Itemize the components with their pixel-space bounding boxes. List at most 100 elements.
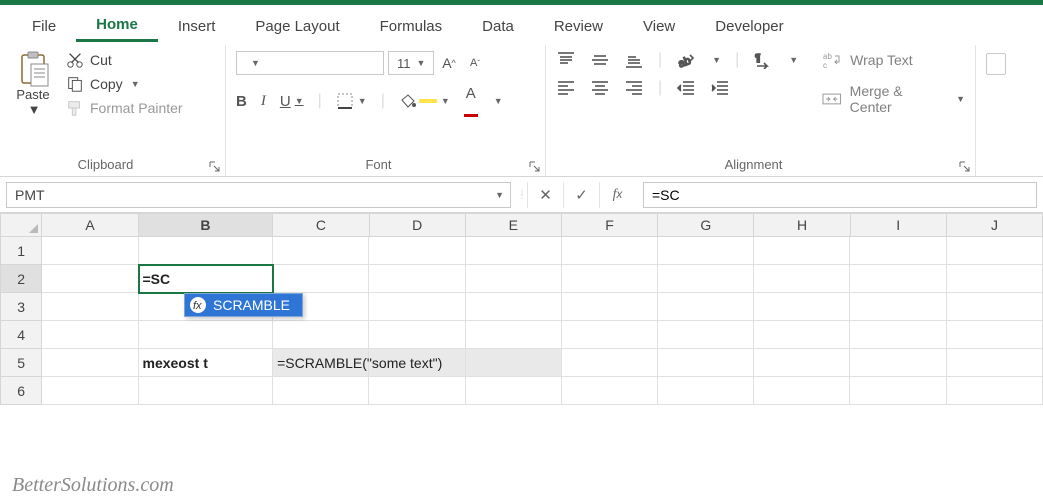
cell-j6[interactable] bbox=[947, 377, 1043, 405]
cell-j5[interactable] bbox=[947, 349, 1043, 377]
cell-d3[interactable] bbox=[369, 293, 465, 321]
cell-e1[interactable] bbox=[466, 237, 562, 265]
row-header-1[interactable]: 1 bbox=[0, 237, 42, 265]
cell-e5[interactable] bbox=[466, 349, 562, 377]
cell-h4[interactable] bbox=[754, 321, 850, 349]
borders-button[interactable]: ▼ bbox=[336, 92, 367, 110]
col-header-d[interactable]: D bbox=[370, 213, 466, 237]
cell-i1[interactable] bbox=[850, 237, 946, 265]
wrap-text-button[interactable]: abc Wrap Text bbox=[822, 51, 965, 69]
italic-button[interactable]: I bbox=[261, 93, 266, 110]
align-bottom-button[interactable] bbox=[624, 51, 644, 69]
cell-j4[interactable] bbox=[947, 321, 1043, 349]
merge-center-button[interactable]: Merge & Center ▼ bbox=[822, 83, 965, 115]
row-header-2[interactable]: 2 bbox=[0, 265, 42, 293]
cell-g2[interactable] bbox=[658, 265, 754, 293]
decrease-font-button[interactable]: Aˇ bbox=[464, 51, 486, 75]
formula-input[interactable]: =SC bbox=[643, 182, 1037, 208]
cell-b1[interactable] bbox=[139, 237, 274, 265]
cell-e4[interactable] bbox=[466, 321, 562, 349]
cell-h2[interactable] bbox=[754, 265, 850, 293]
col-header-a[interactable]: A bbox=[42, 213, 138, 237]
dialog-launcher-icon[interactable] bbox=[529, 160, 541, 172]
format-painter-button[interactable]: Format Painter bbox=[66, 99, 183, 117]
cell-f1[interactable] bbox=[562, 237, 658, 265]
select-all-corner[interactable] bbox=[0, 213, 42, 237]
tab-formulas[interactable]: Formulas bbox=[360, 10, 463, 41]
cell-a2[interactable] bbox=[42, 265, 138, 293]
fill-color-button[interactable]: ▼ bbox=[399, 93, 450, 109]
cell-g6[interactable] bbox=[658, 377, 754, 405]
tab-data[interactable]: Data bbox=[462, 10, 534, 41]
cell-f5[interactable] bbox=[562, 349, 658, 377]
col-header-c[interactable]: C bbox=[273, 213, 369, 237]
tab-home[interactable]: Home bbox=[76, 8, 158, 42]
cell-i3[interactable] bbox=[850, 293, 946, 321]
cell-a5[interactable] bbox=[42, 349, 138, 377]
cell-d2[interactable] bbox=[369, 265, 465, 293]
chevron-down-icon[interactable]: ▼ bbox=[494, 96, 503, 106]
cell-h6[interactable] bbox=[754, 377, 850, 405]
decrease-indent-button[interactable] bbox=[676, 79, 696, 97]
cell-c5[interactable]: =SCRAMBLE("some text") bbox=[273, 349, 369, 377]
tab-review[interactable]: Review bbox=[534, 10, 623, 41]
paste-button[interactable]: Paste ▼ bbox=[10, 51, 56, 117]
cell-b6[interactable] bbox=[139, 377, 274, 405]
col-header-j[interactable]: J bbox=[947, 213, 1043, 237]
cell-f4[interactable] bbox=[562, 321, 658, 349]
cell-b2[interactable]: =SC bbox=[139, 265, 274, 293]
col-header-e[interactable]: E bbox=[466, 213, 562, 237]
cell-c2[interactable] bbox=[273, 265, 369, 293]
cell-h5[interactable] bbox=[754, 349, 850, 377]
tab-insert[interactable]: Insert bbox=[158, 10, 236, 41]
dialog-launcher-icon[interactable] bbox=[209, 160, 221, 172]
cell-c4[interactable] bbox=[273, 321, 369, 349]
align-center-button[interactable] bbox=[590, 79, 610, 97]
cell-e2[interactable] bbox=[466, 265, 562, 293]
chevron-down-icon[interactable]: ▼ bbox=[789, 55, 798, 65]
cell-d1[interactable] bbox=[369, 237, 465, 265]
cell-a1[interactable] bbox=[42, 237, 138, 265]
align-top-button[interactable] bbox=[556, 51, 576, 69]
cell-h1[interactable] bbox=[754, 237, 850, 265]
align-middle-button[interactable] bbox=[590, 51, 610, 69]
cell-e6[interactable] bbox=[466, 377, 562, 405]
cell-a3[interactable] bbox=[42, 293, 138, 321]
tab-developer[interactable]: Developer bbox=[695, 10, 803, 41]
cell-i5[interactable] bbox=[850, 349, 946, 377]
cell-h3[interactable] bbox=[754, 293, 850, 321]
orientation-button[interactable]: ab bbox=[676, 51, 696, 69]
cell-e3[interactable] bbox=[466, 293, 562, 321]
col-header-i[interactable]: I bbox=[851, 213, 947, 237]
underline-button[interactable]: U▼ bbox=[280, 93, 304, 110]
row-header-6[interactable]: 6 bbox=[0, 377, 42, 405]
col-header-f[interactable]: F bbox=[562, 213, 658, 237]
cell-g3[interactable] bbox=[658, 293, 754, 321]
cell-d6[interactable] bbox=[369, 377, 465, 405]
cell-a6[interactable] bbox=[42, 377, 138, 405]
increase-font-button[interactable]: A^ bbox=[438, 51, 460, 75]
cell-f2[interactable] bbox=[562, 265, 658, 293]
font-name-combo[interactable]: ▼ bbox=[236, 51, 384, 75]
cell-c6[interactable] bbox=[273, 377, 369, 405]
align-right-button[interactable] bbox=[624, 79, 644, 97]
autocomplete-item[interactable]: fx SCRAMBLE bbox=[185, 294, 302, 316]
name-box[interactable]: PMT▼ bbox=[6, 182, 511, 208]
cell-g5[interactable] bbox=[658, 349, 754, 377]
cell-d4[interactable] bbox=[369, 321, 465, 349]
tab-file[interactable]: File bbox=[12, 10, 76, 41]
copy-button[interactable]: Copy ▼ bbox=[66, 75, 183, 93]
cell-c1[interactable] bbox=[273, 237, 369, 265]
cell-j1[interactable] bbox=[947, 237, 1043, 265]
cancel-formula-button[interactable]: ✕ bbox=[527, 182, 563, 208]
cell-g1[interactable] bbox=[658, 237, 754, 265]
chevron-down-icon[interactable]: ▼ bbox=[712, 55, 721, 65]
resize-handle[interactable]: ⋮⋮ bbox=[517, 191, 527, 199]
ltr-button[interactable]: ¶ bbox=[753, 51, 773, 69]
col-header-g[interactable]: G bbox=[658, 213, 754, 237]
cell-j3[interactable] bbox=[947, 293, 1043, 321]
font-size-combo[interactable]: 11▼ bbox=[388, 51, 434, 75]
cell-i4[interactable] bbox=[850, 321, 946, 349]
cell-i6[interactable] bbox=[850, 377, 946, 405]
cell-f3[interactable] bbox=[562, 293, 658, 321]
